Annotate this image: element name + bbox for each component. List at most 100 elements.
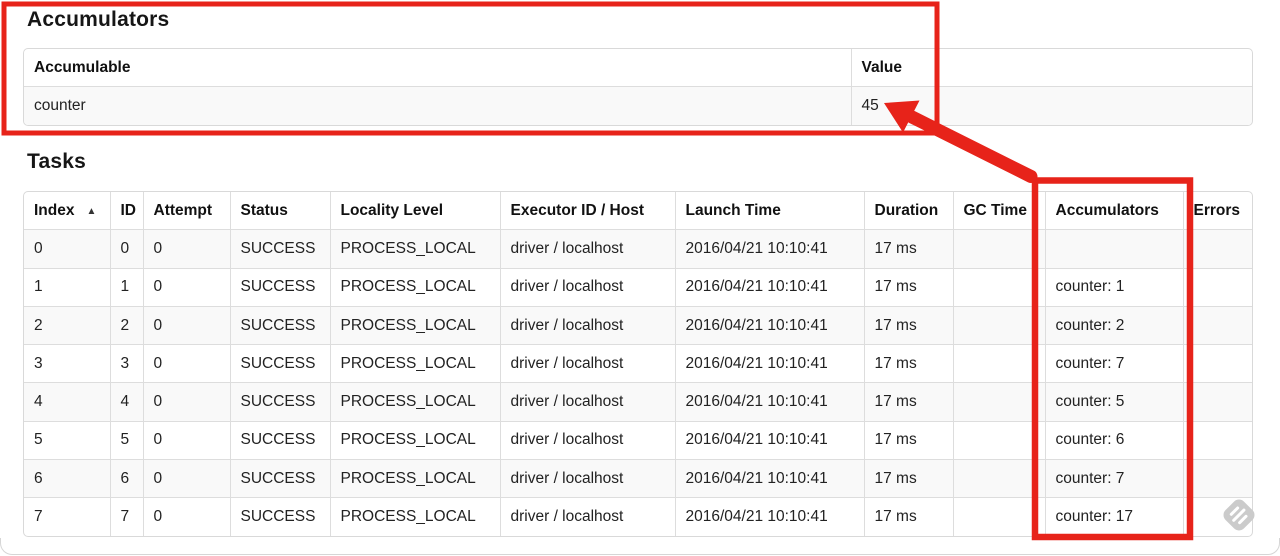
task-cell-executor-id-host: driver / localhost (499, 229, 675, 269)
sort-ascending-icon: ▲ (86, 205, 97, 217)
column-header-duration[interactable]: Duration (863, 192, 953, 230)
task-cell-launch-time: 2016/04/21 10:10:41 (674, 382, 864, 422)
task-cell-attempt: 0 (142, 420, 230, 460)
task-cell-index: 5 (24, 420, 110, 460)
task-cell-status: SUCCESS (229, 497, 330, 536)
task-row: 5 5 0 SUCCESS PROCESS_LOCAL driver / localhos… (24, 420, 1252, 460)
task-cell-duration: 17 ms (863, 267, 953, 307)
tasks-table: Index ▲ ID Attempt Status Locality Level … (23, 191, 1253, 537)
task-cell-launch-time: 2016/04/21 10:10:41 (674, 497, 864, 536)
task-cell-gc-time (952, 267, 1045, 307)
task-cell-duration: 17 ms (863, 344, 953, 383)
task-cell-errors (1182, 305, 1252, 345)
task-row: 4 4 0 SUCCESS PROCESS_LOCAL driver / localhos… (24, 382, 1252, 422)
column-header-value[interactable]: Value (850, 49, 1252, 87)
column-header-gc-time[interactable]: GC Time (952, 192, 1045, 230)
task-cell-gc-time (952, 382, 1045, 422)
task-cell-id: 4 (109, 382, 143, 422)
task-cell-errors (1182, 382, 1252, 422)
task-cell-attempt: 0 (142, 382, 230, 422)
task-cell-accumulators: counter: 17 (1044, 497, 1183, 536)
task-cell-id: 5 (109, 420, 143, 460)
task-cell-id: 1 (109, 267, 143, 307)
task-cell-executor-id-host: driver / localhost (499, 420, 675, 460)
column-header-index[interactable]: Index ▲ (24, 192, 110, 230)
task-cell-launch-time: 2016/04/21 10:10:41 (674, 459, 864, 498)
column-header-attempt[interactable]: Attempt (142, 192, 230, 230)
column-header-locality-level[interactable]: Locality Level (329, 192, 500, 230)
task-cell-accumulators: counter: 2 (1044, 305, 1183, 345)
task-cell-status: SUCCESS (229, 382, 330, 422)
task-row: 6 6 0 SUCCESS PROCESS_LOCAL driver / localhos… (24, 459, 1252, 498)
tasks-header-row: Index ▲ ID Attempt Status Locality Level … (24, 192, 1252, 230)
task-cell-id: 6 (109, 459, 143, 498)
task-row: 1 1 0 SUCCESS PROCESS_LOCAL driver / localhos… (24, 267, 1252, 307)
accumulators-table: Accumulable Value counter 45 (23, 48, 1253, 126)
task-cell-gc-time (952, 305, 1045, 345)
task-cell-attempt: 0 (142, 229, 230, 269)
accumulators-header-row: Accumulable Value (24, 49, 1252, 87)
task-row: 3 3 0 SUCCESS PROCESS_LOCAL driver / localhos… (24, 344, 1252, 383)
column-header-errors[interactable]: Errors (1182, 192, 1252, 230)
task-cell-launch-time: 2016/04/21 10:10:41 (674, 420, 864, 460)
screenshot-frame (0, 538, 1280, 555)
task-cell-id: 3 (109, 344, 143, 383)
task-cell-executor-id-host: driver / localhost (499, 267, 675, 307)
task-row: 0 0 0 SUCCESS PROCESS_LOCAL driver / localhos… (24, 229, 1252, 269)
task-cell-status: SUCCESS (229, 420, 330, 460)
annotation-arrow-shaft (905, 110, 1038, 183)
task-cell-duration: 17 ms (863, 497, 953, 536)
task-cell-errors (1182, 344, 1252, 383)
column-header-executor-id-host[interactable]: Executor ID / Host (499, 192, 675, 230)
task-cell-gc-time (952, 459, 1045, 498)
task-cell-launch-time: 2016/04/21 10:10:41 (674, 229, 864, 269)
task-cell-index: 2 (24, 305, 110, 345)
task-row: 7 7 0 SUCCESS PROCESS_LOCAL driver / localhos… (24, 497, 1252, 536)
task-cell-status: SUCCESS (229, 459, 330, 498)
task-cell-executor-id-host: driver / localhost (499, 459, 675, 498)
task-cell-locality-level: PROCESS_LOCAL (329, 497, 500, 536)
column-header-accumulators[interactable]: Accumulators (1044, 192, 1183, 230)
task-cell-launch-time: 2016/04/21 10:10:41 (674, 305, 864, 345)
task-cell-accumulators: counter: 7 (1044, 344, 1183, 383)
task-cell-accumulators: counter: 6 (1044, 420, 1183, 460)
task-cell-executor-id-host: driver / localhost (499, 497, 675, 536)
task-cell-index: 1 (24, 267, 110, 307)
task-cell-attempt: 0 (142, 305, 230, 345)
task-cell-locality-level: PROCESS_LOCAL (329, 420, 500, 460)
task-cell-accumulators (1044, 229, 1183, 269)
task-cell-errors (1182, 497, 1252, 536)
task-cell-accumulators: counter: 7 (1044, 459, 1183, 498)
task-cell-duration: 17 ms (863, 382, 953, 422)
task-cell-locality-level: PROCESS_LOCAL (329, 229, 500, 269)
task-cell-attempt: 0 (142, 497, 230, 536)
task-cell-duration: 17 ms (863, 459, 953, 498)
task-cell-index: 3 (24, 344, 110, 383)
task-cell-status: SUCCESS (229, 344, 330, 383)
task-cell-status: SUCCESS (229, 229, 330, 269)
column-header-launch-time[interactable]: Launch Time (674, 192, 864, 230)
task-cell-errors (1182, 229, 1252, 269)
task-cell-index: 0 (24, 229, 110, 269)
tasks-section-heading: Tasks (27, 150, 86, 173)
task-cell-accumulators: counter: 1 (1044, 267, 1183, 307)
task-cell-locality-level: PROCESS_LOCAL (329, 382, 500, 422)
column-header-status[interactable]: Status (229, 192, 330, 230)
accumulable-name-cell: counter (24, 86, 851, 125)
column-header-accumulable[interactable]: Accumulable (24, 49, 851, 87)
task-cell-gc-time (952, 420, 1045, 460)
task-cell-index: 7 (24, 497, 110, 536)
column-header-id[interactable]: ID (109, 192, 143, 230)
task-cell-index: 4 (24, 382, 110, 422)
task-cell-accumulators: counter: 5 (1044, 382, 1183, 422)
spark-ui-tasks-page: Accumulators Accumulable Value counter 4… (0, 0, 1280, 556)
task-cell-status: SUCCESS (229, 305, 330, 345)
task-cell-errors (1182, 459, 1252, 498)
task-cell-locality-level: PROCESS_LOCAL (329, 344, 500, 383)
accumulators-section-heading: Accumulators (27, 8, 170, 31)
task-cell-attempt: 0 (142, 267, 230, 307)
task-row: 2 2 0 SUCCESS PROCESS_LOCAL driver / localhos… (24, 305, 1252, 345)
task-cell-executor-id-host: driver / localhost (499, 344, 675, 383)
task-cell-duration: 17 ms (863, 229, 953, 269)
task-cell-index: 6 (24, 459, 110, 498)
